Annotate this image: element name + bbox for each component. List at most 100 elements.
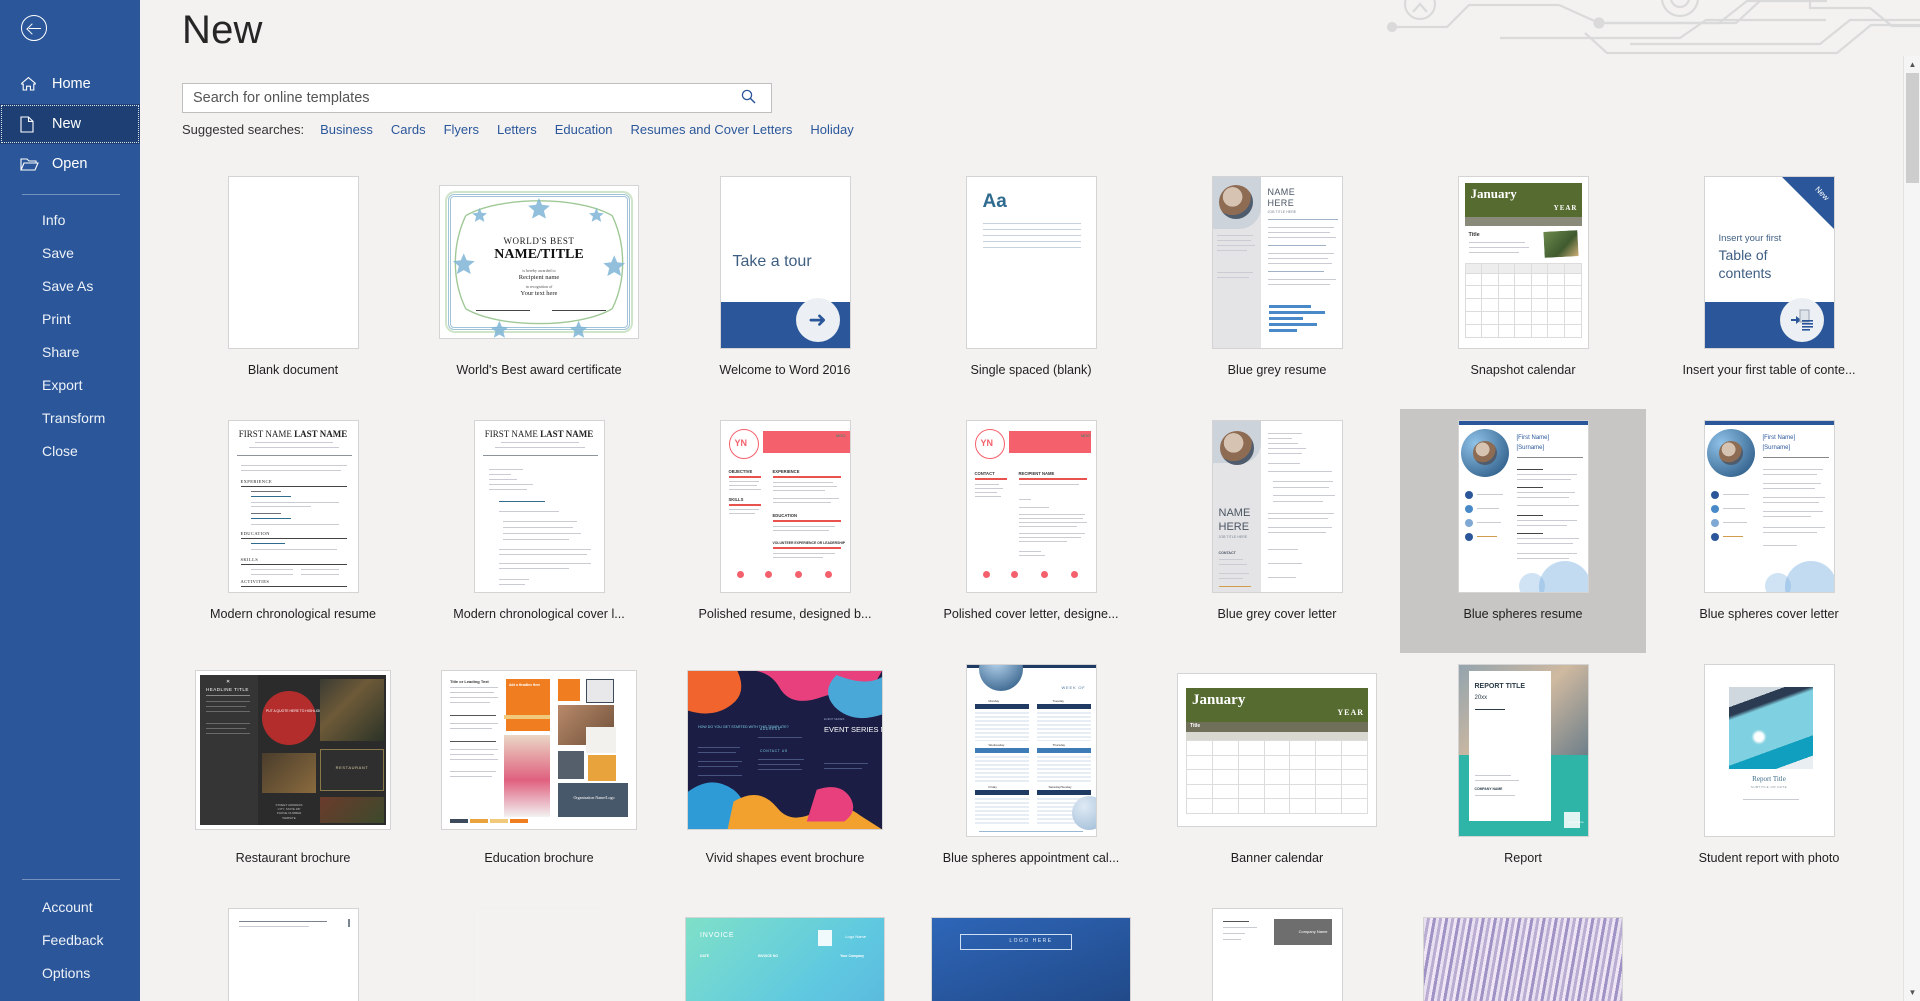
sidebar-item-print[interactable]: Print bbox=[0, 302, 140, 335]
sample-text: Aa bbox=[982, 190, 1007, 212]
template-thumbnail: [First Name] [Surname] bbox=[1400, 415, 1646, 597]
template-tile-row4-pattern[interactable] bbox=[1400, 897, 1646, 1001]
education-title: Title or Leading Text bbox=[450, 679, 489, 684]
suggested-search-resumes[interactable]: Resumes and Cover Letters bbox=[631, 122, 793, 137]
sidebar-item-open[interactable]: Open bbox=[0, 144, 140, 184]
bgc-name: NAME bbox=[1218, 506, 1251, 519]
sidebar-item-transform[interactable]: Transform bbox=[0, 401, 140, 434]
template-tile-report[interactable]: REPORT TITLE 20xx COMPANY NAME Logo Name… bbox=[1400, 653, 1646, 897]
scrollbar-thumb[interactable] bbox=[1906, 73, 1919, 183]
template-caption: Snapshot calendar bbox=[1470, 363, 1576, 377]
spheres-first-name: [First Name] bbox=[1516, 434, 1550, 441]
search-icon bbox=[741, 89, 756, 107]
template-tile-banner-calendar[interactable]: January YEAR Title Banner calendar bbox=[1154, 653, 1400, 897]
suggested-search-business[interactable]: Business bbox=[320, 122, 373, 137]
thumb-single-spaced: Aa bbox=[965, 175, 1097, 349]
template-tile-polished-resume[interactable]: YN OBJECTIVE SKILLS EXPERIENCE EDUCATION… bbox=[662, 409, 908, 653]
cover-first-name: FIRST NAME bbox=[484, 428, 538, 439]
suggested-search-flyers[interactable]: Flyers bbox=[444, 122, 479, 137]
home-icon bbox=[20, 75, 42, 93]
sidebar-item-close[interactable]: Close bbox=[0, 434, 140, 467]
thumb-blue-spheres-cover: [First Name] [Surname] bbox=[1703, 419, 1835, 593]
suggested-search-education[interactable]: Education bbox=[555, 122, 613, 137]
template-thumbnail: YN OBJECTIVE SKILLS EXPERIENCE EDUCATION… bbox=[662, 415, 908, 597]
template-tile-blue-grey-cover-letter[interactable]: NAME HERE JOB TITLE HERE CONTACT Blue gr… bbox=[1154, 409, 1400, 653]
back-button[interactable] bbox=[12, 6, 56, 50]
search-button[interactable] bbox=[731, 84, 765, 112]
sidebar-divider-top bbox=[22, 194, 120, 195]
report-company: COMPANY NAME bbox=[1474, 786, 1503, 791]
template-tile-vivid-shapes-event-brochure[interactable]: HOW DO YOU GET STARTED WITH THIS TEMPLAT… bbox=[662, 653, 908, 897]
template-caption: Blue grey resume bbox=[1227, 363, 1327, 377]
suggested-search-cards[interactable]: Cards bbox=[391, 122, 426, 137]
search-input[interactable] bbox=[183, 84, 731, 112]
cover-section-contact: CONTACT bbox=[974, 470, 995, 476]
document-icon bbox=[20, 115, 42, 133]
template-tile-blue-spheres-appointment-calendar[interactable]: WEEK OF Monday Tuesday Wednesday Thursda… bbox=[908, 653, 1154, 897]
sidebar-item-label: Open bbox=[52, 156, 88, 172]
banner-title: Title bbox=[1190, 723, 1201, 729]
backstage-main: New Suggested searches: Business Cards F… bbox=[140, 0, 1920, 1001]
template-tile-blank-document[interactable]: Blank document bbox=[170, 165, 416, 409]
template-tile-blue-spheres-resume[interactable]: [First Name] [Surname] Blue spheres resu… bbox=[1400, 409, 1646, 653]
template-tile-restaurant-brochure[interactable]: HEADLINE TITLE PUT A QUOTE HERE TO HIGHL… bbox=[170, 653, 416, 897]
suggested-search-holiday[interactable]: Holiday bbox=[810, 122, 853, 137]
template-thumbnail: LOGO HERE bbox=[908, 903, 1154, 1001]
template-tile-row4-1[interactable] bbox=[170, 897, 416, 1001]
template-thumbnail: REPORT TITLE 20xx COMPANY NAME Logo Name bbox=[1400, 659, 1646, 841]
calendar-title: Title bbox=[1468, 231, 1480, 238]
vertical-scrollbar[interactable]: ▲ ▼ bbox=[1903, 56, 1920, 1001]
template-thumbnail: Company Name bbox=[1154, 903, 1400, 1001]
template-tile-row4-logo[interactable]: LOGO HERE bbox=[908, 897, 1154, 1001]
thumb-row4-blank bbox=[473, 907, 605, 1001]
scroll-up-arrow-icon[interactable]: ▲ bbox=[1904, 56, 1920, 73]
sidebar-item-share[interactable]: Share bbox=[0, 335, 140, 368]
scroll-down-arrow-icon[interactable]: ▼ bbox=[1904, 984, 1920, 1001]
vivid-address: ADDRESS bbox=[760, 727, 781, 731]
restaurant-headline: HEADLINE TITLE bbox=[206, 687, 249, 692]
appt-day-1: Monday bbox=[988, 698, 1000, 703]
search-box[interactable] bbox=[182, 83, 772, 113]
template-thumbnail: YN MOO CONTACT RECIPIENT NAME bbox=[908, 415, 1154, 597]
calendar-month: January bbox=[1470, 185, 1517, 201]
sidebar-item-label: Transform bbox=[42, 409, 106, 426]
student-report-title: Report Title bbox=[1752, 774, 1786, 783]
template-thumbnail bbox=[170, 903, 416, 1001]
template-tile-education-brochure[interactable]: Title or Leading Text Add a Headline Her… bbox=[416, 653, 662, 897]
bgc-here: HERE bbox=[1218, 520, 1250, 533]
template-thumbnail: NAME HERE JOB TITLE HERE bbox=[1154, 171, 1400, 353]
sidebar-item-home[interactable]: Home bbox=[0, 64, 140, 104]
template-tile-modern-chronological-cover-letter[interactable]: FIRST NAME LAST NAME Modern chronologica… bbox=[416, 409, 662, 653]
template-caption: Banner calendar bbox=[1230, 851, 1324, 865]
template-tile-single-spaced[interactable]: Aa Single spaced (blank) bbox=[908, 165, 1154, 409]
sidebar-item-account[interactable]: Account bbox=[0, 890, 140, 923]
template-tile-row4-empty[interactable] bbox=[1646, 897, 1892, 1001]
suggested-search-letters[interactable]: Letters bbox=[497, 122, 537, 137]
sidebar-item-info[interactable]: Info bbox=[0, 203, 140, 236]
template-tile-snapshot-calendar[interactable]: January YEAR Title Snapshot calendar bbox=[1400, 165, 1646, 409]
sidebar-item-new[interactable]: New bbox=[0, 104, 140, 144]
template-tile-blue-spheres-cover-letter[interactable]: [First Name] [Surname] Blue spheres cove… bbox=[1646, 409, 1892, 653]
template-tile-row4-invoice[interactable]: INVOICE Logo Name DATE INVOICE NO Your C… bbox=[662, 897, 908, 1001]
template-tile-modern-chronological-resume[interactable]: FIRST NAME LAST NAME EXPERIENCE EDUCATIO… bbox=[170, 409, 416, 653]
folder-icon bbox=[20, 155, 42, 173]
sidebar-item-feedback[interactable]: Feedback bbox=[0, 923, 140, 956]
toc-insert-icon bbox=[1779, 297, 1824, 342]
template-caption: Polished resume, designed b... bbox=[698, 607, 872, 621]
template-tile-blue-grey-resume[interactable]: NAME HERE JOB TITLE HERE Blue grey resum… bbox=[1154, 165, 1400, 409]
sidebar-item-save-as[interactable]: Save As bbox=[0, 269, 140, 302]
template-tile-row4-2[interactable] bbox=[416, 897, 662, 1001]
thumb-blue-spheres-resume: [First Name] [Surname] bbox=[1457, 419, 1589, 593]
template-tile-polished-cover-letter[interactable]: YN MOO CONTACT RECIPIENT NAME Polished c… bbox=[908, 409, 1154, 653]
bgc-contact: CONTACT bbox=[1218, 550, 1236, 555]
banner-year: YEAR bbox=[1337, 708, 1364, 717]
template-tile-table-of-contents[interactable]: New Insert your first Table of contents … bbox=[1646, 165, 1892, 409]
template-tile-student-report-with-photo[interactable]: Report Title SUBTITLE OR DATE Student re… bbox=[1646, 653, 1892, 897]
sidebar-item-export[interactable]: Export bbox=[0, 368, 140, 401]
template-tile-row4-company[interactable]: Company Name bbox=[1154, 897, 1400, 1001]
template-tile-award-certificate[interactable]: WORLD'S BEST NAME/TITLE is hereby awarde… bbox=[416, 165, 662, 409]
suggested-searches-label: Suggested searches: bbox=[182, 122, 305, 137]
sidebar-item-options[interactable]: Options bbox=[0, 956, 140, 989]
template-tile-welcome-to-word[interactable]: Take a tour ➜ Welcome to Word 2016 bbox=[662, 165, 908, 409]
sidebar-item-save[interactable]: Save bbox=[0, 236, 140, 269]
